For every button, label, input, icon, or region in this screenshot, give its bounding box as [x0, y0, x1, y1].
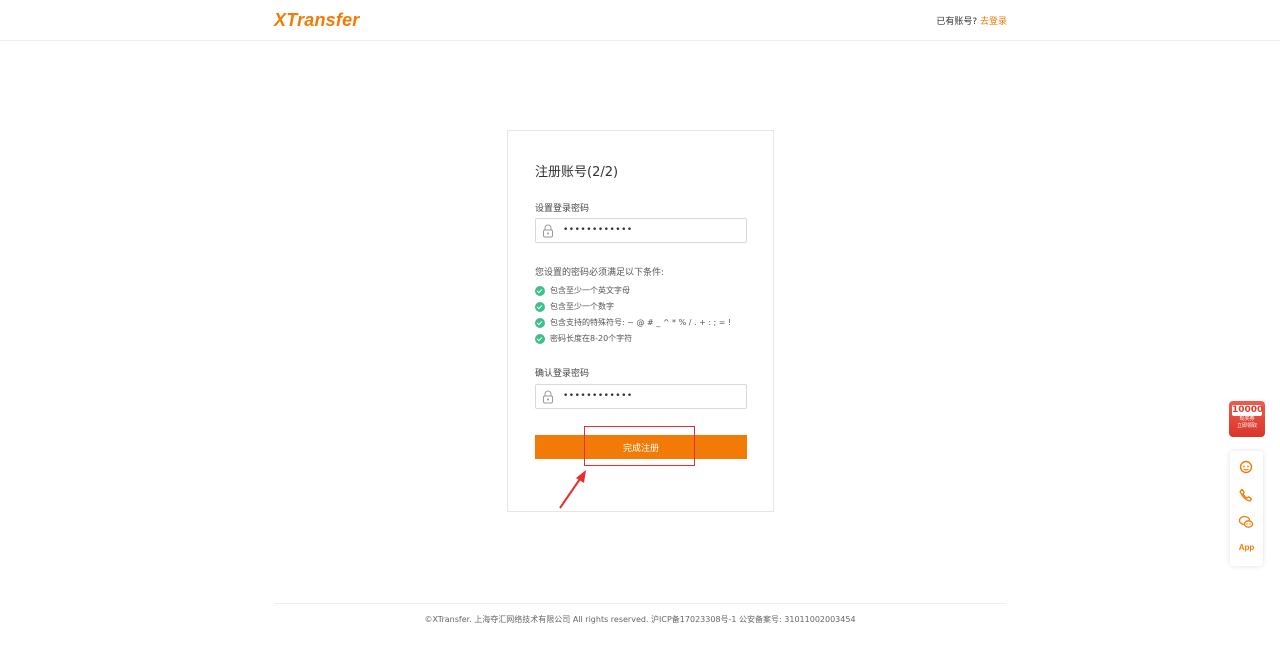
rule-text: 包含支持的特殊符号: ~ @ # _ ^ * % / . + : ; = !	[550, 318, 732, 327]
lock-icon	[543, 224, 553, 238]
lock-icon	[543, 390, 553, 404]
footer-copyright: ©XTransfer. 上海夺汇网络技术有限公司 All rights rese…	[424, 615, 856, 624]
login-hint: 已有账号? 去登录	[936, 14, 1007, 27]
rule-text: 包含至少一个数字	[550, 302, 614, 311]
wechat-icon[interactable]	[1238, 514, 1254, 530]
check-circle-icon	[535, 301, 545, 312]
coupon-line2: 立即领取	[1236, 423, 1257, 429]
confirm-password-label: 确认登录密码	[535, 369, 590, 379]
password-rules-title: 您设置的密码必须满足以下条件:	[535, 268, 665, 278]
check-circle-icon	[535, 317, 545, 328]
coupon-line1: 现奖券	[1239, 416, 1255, 422]
password-label: 设置登录密码	[535, 204, 590, 214]
password-input[interactable]: ••••••••••••	[535, 218, 747, 243]
check-circle-icon	[535, 333, 545, 344]
app-download-link[interactable]: App	[1230, 543, 1263, 552]
confirm-password-input[interactable]: ••••••••••••	[535, 384, 747, 409]
xtransfer-logo[interactable]: XTransfer	[274, 10, 360, 31]
floating-contact-panel: App	[1230, 451, 1263, 566]
password-rule: 密码长度在8-20个字符	[535, 333, 632, 344]
login-prompt: 已有账号?	[936, 17, 978, 27]
annotation-highlight-box	[584, 426, 695, 466]
login-link[interactable]: 去登录	[980, 17, 1007, 27]
password-value: ••••••••••••	[563, 225, 633, 235]
coupon-badge[interactable]: 10000 现奖券 立即领取	[1229, 401, 1265, 437]
phone-icon[interactable]	[1238, 487, 1254, 503]
page-title: 注册账号(2/2)	[535, 165, 619, 180]
check-circle-icon	[535, 285, 545, 296]
confirm-password-value: ••••••••••••	[563, 391, 633, 401]
password-rule: 包含支持的特殊符号: ~ @ # _ ^ * % / . + : ; = !	[535, 317, 731, 328]
password-rule: 包含至少一个英文字母	[535, 285, 630, 296]
support-agent-icon[interactable]	[1238, 459, 1254, 475]
footer-divider	[274, 603, 1006, 604]
top-header: XTransfer 已有账号? 去登录	[0, 0, 1280, 41]
password-rule: 包含至少一个数字	[535, 301, 614, 312]
rule-text: 密码长度在8-20个字符	[550, 334, 633, 343]
annotation-arrow-icon	[559, 470, 586, 509]
rule-text: 包含至少一个英文字母	[550, 286, 630, 295]
coupon-amount: 10000	[1232, 405, 1264, 416]
